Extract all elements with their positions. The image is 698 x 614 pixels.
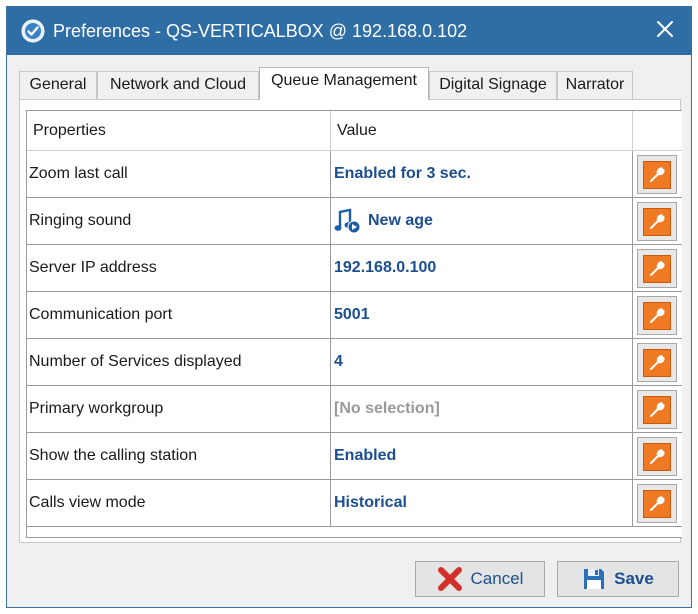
table-row[interactable]: Primary workgroup [No selection] (27, 386, 682, 433)
close-button[interactable] (645, 11, 685, 51)
header-action (633, 111, 682, 150)
property-label: Number of Services displayed (27, 339, 331, 385)
queue-management-panel: Properties Value Zoom last call Enabled … (19, 99, 682, 543)
table-row[interactable]: Number of Services displayed 4 (27, 339, 682, 386)
table-row[interactable]: Server IP address 192.168.0.100 (27, 245, 682, 292)
property-label: Primary workgroup (27, 386, 331, 432)
property-value: Enabled (331, 433, 633, 479)
edit-calling-station-button[interactable] (637, 437, 677, 476)
save-button[interactable]: Save (557, 561, 679, 597)
wrench-icon (643, 254, 671, 283)
tab-narrator[interactable]: Narrator (557, 71, 633, 99)
property-value: 5001 (331, 292, 633, 338)
tab-queue-management[interactable]: Queue Management (259, 67, 429, 100)
header-value: Value (331, 111, 633, 150)
window-title: Preferences - QS-VERTICALBOX @ 192.168.0… (53, 21, 468, 41)
gear-check-icon (21, 19, 45, 43)
action-cell (633, 339, 682, 385)
wrench-icon (643, 160, 671, 189)
table-row[interactable]: Ringing sound New age (27, 198, 682, 245)
wrench-icon (643, 442, 671, 471)
tab-digital-signage[interactable]: Digital Signage (429, 71, 557, 99)
wrench-icon (643, 348, 671, 377)
property-label: Server IP address (27, 245, 331, 291)
property-value: Enabled for 3 sec. (331, 151, 633, 197)
wrench-icon (643, 395, 671, 424)
property-label: Ringing sound (27, 198, 331, 244)
action-cell (633, 245, 682, 291)
edit-primary-workgroup-button[interactable] (637, 390, 677, 429)
title-bar[interactable]: Preferences - QS-VERTICALBOX @ 192.168.0… (7, 7, 691, 55)
edit-communication-port-button[interactable] (637, 296, 677, 335)
property-label: Show the calling station (27, 433, 331, 479)
cancel-button[interactable]: Cancel (415, 561, 545, 597)
header-properties: Properties (27, 111, 331, 150)
property-label: Zoom last call (27, 151, 331, 197)
action-cell (633, 292, 682, 338)
wrench-icon (643, 301, 671, 330)
properties-grid: Properties Value Zoom last call Enabled … (26, 110, 682, 538)
table-row[interactable]: Zoom last call Enabled for 3 sec. (27, 151, 682, 198)
tab-bar: General Network and Cloud Queue Manageme… (19, 67, 659, 100)
edit-calls-view-mode-button[interactable] (637, 484, 677, 523)
table-row[interactable]: Calls view mode Historical (27, 480, 682, 527)
red-x-icon (437, 566, 463, 592)
edit-zoom-last-call-button[interactable] (637, 155, 677, 194)
edit-ringing-sound-button[interactable] (637, 202, 677, 241)
property-value: 4 (331, 339, 633, 385)
tab-general[interactable]: General (19, 71, 97, 99)
property-value: 192.168.0.100 (331, 245, 633, 291)
property-value: [No selection] (331, 386, 633, 432)
wrench-icon (643, 207, 671, 236)
property-label: Communication port (27, 292, 331, 338)
preferences-window: Preferences - QS-VERTICALBOX @ 192.168.0… (6, 6, 692, 608)
action-cell (633, 386, 682, 432)
action-cell (633, 480, 682, 526)
action-cell (633, 433, 682, 479)
action-cell (633, 198, 682, 244)
music-note-icon (334, 208, 362, 234)
cancel-label: Cancel (470, 569, 524, 588)
table-row[interactable]: Communication port 5001 (27, 292, 682, 339)
grid-header: Properties Value (27, 111, 682, 151)
floppy-disk-icon (582, 567, 606, 591)
property-value: New age (368, 212, 433, 229)
wrench-icon (643, 489, 671, 518)
property-label: Calls view mode (27, 480, 331, 526)
edit-server-ip-button[interactable] (637, 249, 677, 288)
tab-network-and-cloud[interactable]: Network and Cloud (97, 71, 259, 99)
save-label: Save (614, 569, 654, 588)
property-value-cell: New age (331, 198, 633, 244)
close-icon (656, 20, 674, 43)
edit-services-displayed-button[interactable] (637, 343, 677, 382)
property-value: Historical (331, 480, 633, 526)
action-cell (633, 151, 682, 197)
table-row[interactable]: Show the calling station Enabled (27, 433, 682, 480)
